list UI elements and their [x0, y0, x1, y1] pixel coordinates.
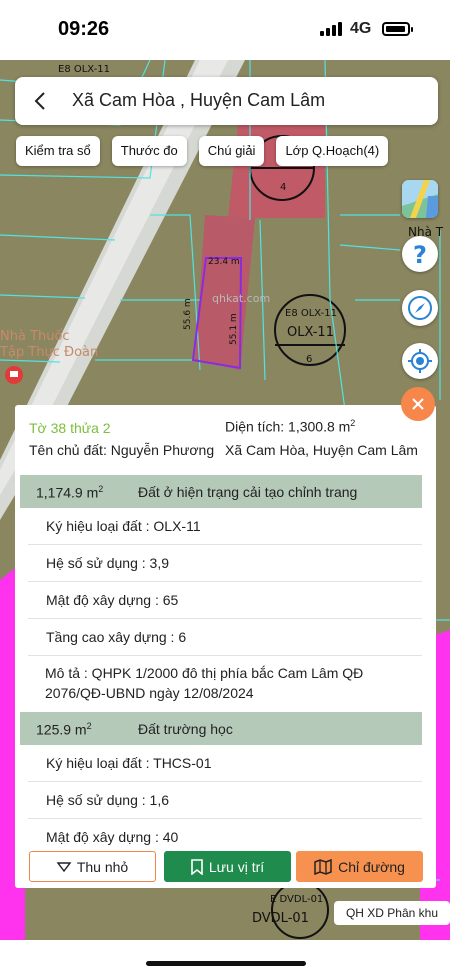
map-poi-shop2: Tập Thực Đoàn	[0, 345, 98, 360]
map-dim-right: 55.1 m	[229, 313, 239, 345]
floor-height-row: Tầng cao xây dựng : 6	[28, 619, 422, 656]
map-label-num6: 6	[306, 354, 312, 365]
map-label-dvdl2: DVDL-01	[252, 911, 309, 926]
usage-coefficient-row: Hệ số sử dụng : 3,9	[28, 545, 422, 582]
map-label-num4: 4	[280, 182, 286, 193]
parcel-number: Tờ 38 thửa 2	[29, 420, 111, 436]
back-arrow-icon[interactable]	[29, 89, 53, 113]
help-icon[interactable]: ?	[402, 236, 438, 272]
maps-app-icon[interactable]	[402, 180, 438, 218]
location-title: Xã Cam Hòa , Huyện Cam Lâm	[72, 90, 326, 110]
parcel-owner: Tên chủ đất: Nguyễn Phương	[29, 442, 215, 458]
location-header: Xã Cam Hòa , Huyện Cam Lâm	[15, 77, 438, 125]
usage-coefficient-row: Hệ số sử dụng : 1,6	[28, 782, 422, 819]
check-book-chip[interactable]: Kiểm tra sổ	[16, 136, 100, 166]
home-indicator-bar	[0, 940, 450, 975]
map-poi-shop1: Nhà Thuốc	[0, 329, 70, 344]
parcel-area: Diện tích: 1,300.8 m2	[225, 418, 356, 435]
triangle-down-icon	[56, 861, 71, 872]
bookmark-icon	[191, 858, 203, 875]
land-use-section-header: 1,174.9 m2 Đất ở hiện trạng cải tạo chỉn…	[20, 475, 422, 508]
map-label-e8-mid: E8 OLX-11	[285, 308, 337, 319]
ruler-chip[interactable]: Thước đo	[111, 136, 187, 166]
parcel-address: Xã Cam Hòa, Huyện Cam Lâm	[225, 442, 418, 458]
status-bar: 09:26 4G	[0, 0, 450, 60]
planning-layer-chip[interactable]: Lớp Q.Hoạch(4)	[276, 136, 389, 166]
map-dim-top: 23.4 m	[208, 257, 240, 267]
directions-button[interactable]: Chỉ đường	[296, 851, 423, 882]
description-text: Mô tả : QHPK 1/2000 đô thị phía bắc Cam …	[45, 665, 364, 701]
close-icon	[412, 398, 424, 410]
cellular-signal-icon	[320, 22, 344, 36]
map-toolbar: Kiểm tra sổ Thước đo Chú giải Lớp Q.Hoạc…	[16, 136, 389, 166]
network-type: 4G	[350, 20, 372, 37]
svg-text:?: ?	[413, 241, 427, 269]
map-label-dvdl: E DVDL-01	[270, 894, 323, 905]
map-watermark: qhkat.com	[212, 292, 270, 305]
status-time: 09:26	[58, 18, 110, 40]
map-dim-left: 55.6 m	[183, 298, 193, 330]
compass-icon[interactable]	[402, 290, 438, 326]
land-code-row: Ký hiệu loại đất : OLX-11	[28, 508, 422, 545]
zone-circle-bottom	[271, 881, 329, 939]
close-panel-button[interactable]	[401, 387, 435, 421]
map-label-olx: OLX-11	[287, 325, 334, 340]
parcel-info-panel: Tờ 38 thửa 2 Diện tích: 1,300.8 m2 Tên c…	[15, 405, 436, 888]
legend-chip[interactable]: Chú giải	[198, 136, 265, 166]
land-use-section-header: 125.9 m2 Đất trường học	[20, 712, 422, 745]
map-icon	[314, 858, 332, 875]
building-density-row: Mật độ xây dựng : 65	[28, 582, 422, 619]
my-location-icon[interactable]	[402, 343, 438, 379]
collapse-button[interactable]: Thu nhỏ	[29, 851, 156, 882]
map-label-e8-top: E8 OLX-11	[58, 64, 110, 75]
home-indicator[interactable]	[146, 961, 306, 966]
land-code-row: Ký hiệu loại đất : THCS-01	[28, 745, 422, 782]
planning-type-tag[interactable]: QH XD Phân khu	[334, 901, 450, 925]
battery-icon	[382, 22, 413, 36]
save-location-button[interactable]: Lưu vị trí	[164, 851, 291, 882]
